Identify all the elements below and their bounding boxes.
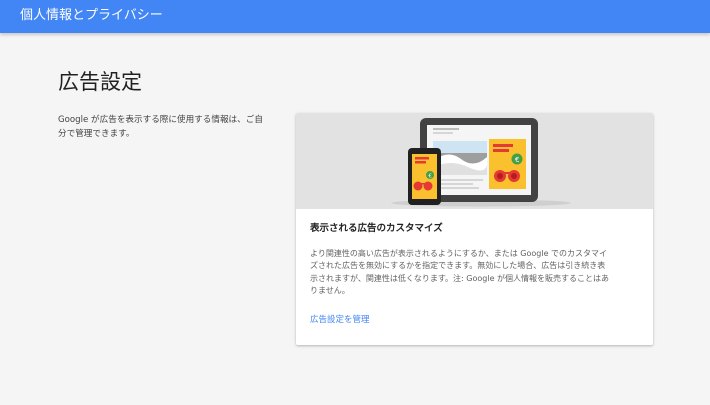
svg-text:€: € xyxy=(428,174,432,180)
page-intro: Google が広告を表示する際に使用する情報は、ご自分で管理できます。 xyxy=(58,115,263,139)
manage-ad-settings-link[interactable]: 広告設定を管理 xyxy=(310,314,370,326)
app-bar-title: 個人情報とプライバシー xyxy=(20,8,163,23)
devices-illustration: € € xyxy=(391,118,571,207)
card-description: より関連性の高い広告が表示されるようにするか、または Google でのカスタマ… xyxy=(310,249,610,296)
svg-text:€: € xyxy=(515,156,519,164)
app-bar: 個人情報とプライバシー xyxy=(0,0,710,33)
page-title: 広告設定 xyxy=(58,70,142,94)
card-title: 表示される広告のカスタマイズ xyxy=(310,223,443,234)
card-hero-illustration: € € xyxy=(296,113,653,209)
ad-customization-card: € € 表示される広告のカスタマイズ より関連性の高い広告が表示されるようにする… xyxy=(296,113,653,345)
